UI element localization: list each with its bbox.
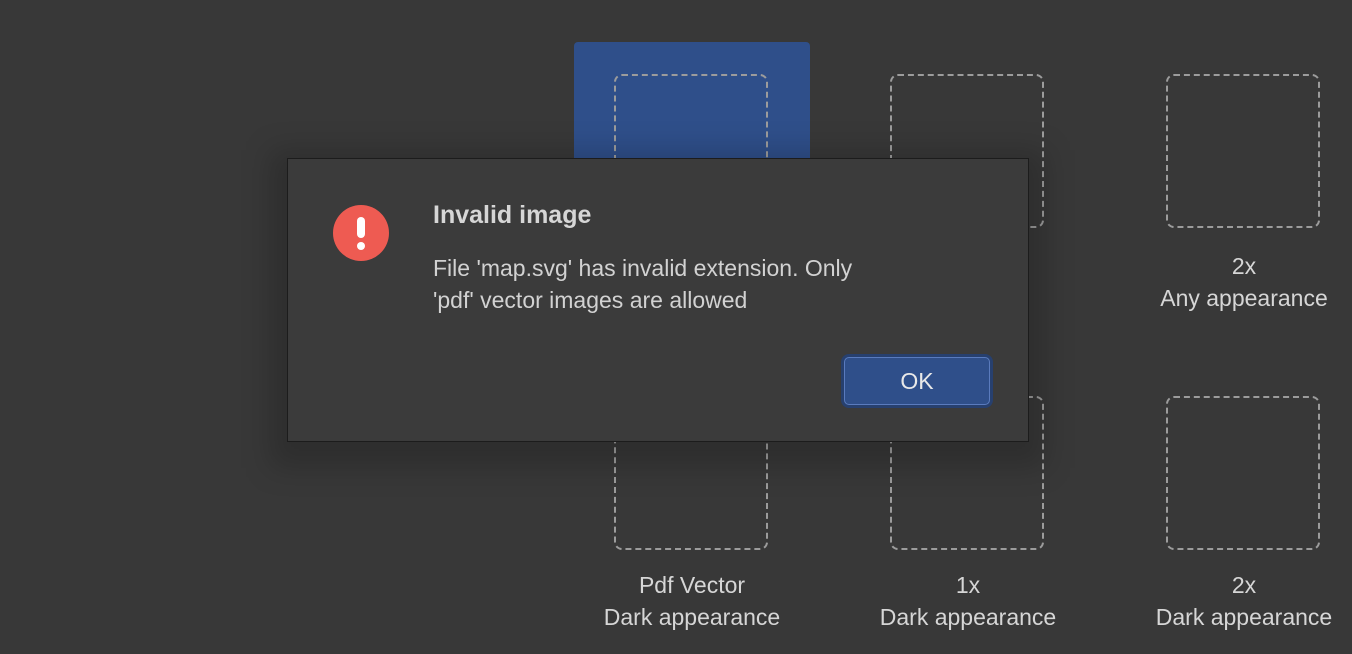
well-label-pdf-dark: Pdf Vector Dark appearance [603,572,781,630]
dialog-title: Invalid image [433,201,592,229]
image-well-2x-any[interactable] [1166,74,1320,228]
alert-dialog: Invalid image File 'map.svg' has invalid… [287,158,1029,442]
image-well-2x-dark[interactable] [1166,396,1320,550]
dialog-message-line-1: File 'map.svg' has invalid extension. On… [433,255,853,281]
ok-button[interactable]: OK [844,357,990,405]
asset-catalog-editor: ance 2x Any appearance Pdf Vector Dark a… [0,0,1352,654]
dialog-message: File 'map.svg' has invalid extension. On… [433,252,973,316]
well-label-2x-any: 2x Any appearance [1160,253,1328,311]
well-label-2x-dark: 2x Dark appearance [1155,572,1333,630]
well-label-1x-dark: 1x Dark appearance [879,572,1057,630]
dialog-message-line-2: 'pdf' vector images are allowed [433,287,748,313]
exclamation-alert-icon [333,205,389,261]
